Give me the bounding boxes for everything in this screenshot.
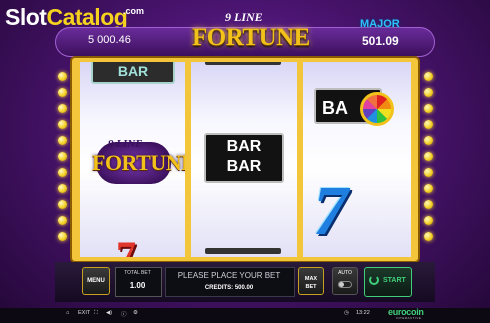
bar-line-1: BAR (226, 138, 262, 155)
light-icon (58, 136, 67, 145)
bar-symbol: BAR (91, 62, 175, 84)
light-icon (424, 136, 433, 145)
credits-display: CREDITS: 500.00 (204, 285, 254, 291)
total-bet-label: TOTAL BET (124, 270, 151, 276)
blue-seven-symbol: 7 (313, 173, 348, 250)
light-icon (424, 152, 433, 161)
total-bet-value: 1.00 (129, 281, 146, 290)
light-icon (424, 72, 433, 81)
max-bet-button[interactable]: MAX BET (298, 267, 324, 295)
light-icon (58, 168, 67, 177)
light-icon (58, 184, 67, 193)
light-icon (58, 152, 67, 161)
start-refresh-icon (369, 275, 379, 285)
status-message: PLEASE PLACE YOUR BET (177, 271, 281, 280)
reel-1: BAR 9 LINE FORTUNE 7 (80, 62, 185, 257)
light-icon (424, 88, 433, 97)
light-icon (424, 200, 433, 209)
major-jackpot-value: 501.09 (362, 34, 399, 48)
watermark-part1: Slot (5, 4, 47, 30)
menu-button[interactable]: MENU (82, 267, 110, 295)
light-icon (58, 232, 67, 241)
reel-3: BA 7 (303, 62, 411, 257)
light-icon (58, 216, 67, 225)
light-icon (424, 216, 433, 225)
clock-icon: ◷ (344, 310, 349, 316)
clock-display: 13:22 (356, 310, 370, 316)
reel-edge-symbol (205, 62, 281, 65)
light-icon (58, 104, 67, 113)
game-logo-line1: 9 LINE (225, 10, 263, 24)
fullscreen-icon[interactable]: ⛶ (94, 310, 98, 317)
fortune-wheel-icon (360, 92, 394, 126)
game-logo-line2: FORTUNE (192, 24, 310, 51)
major-jackpot-label: MAJOR (360, 18, 400, 30)
jackpot-left-value: 5 000.46 (88, 34, 131, 46)
max-bet-line2: BET (305, 284, 317, 290)
auto-toggle-knob (339, 282, 344, 287)
max-bet-line1: MAX (304, 276, 318, 282)
light-icon (58, 72, 67, 81)
light-icon (424, 104, 433, 113)
light-icon (424, 120, 433, 129)
double-bar-symbol: BAR BAR (204, 133, 284, 183)
light-icon (58, 120, 67, 129)
exit-label[interactable]: EXIT (78, 310, 90, 316)
red-seven-symbol: 7 (116, 233, 136, 257)
light-icon (58, 88, 67, 97)
logo-symbol-line1: 9 LINE (108, 138, 143, 150)
settings-icon[interactable]: ⚙ (133, 310, 138, 316)
start-label: START (383, 277, 406, 284)
home-icon[interactable]: ⌂ (66, 310, 69, 316)
auto-label: AUTO (338, 270, 352, 276)
info-icon[interactable]: ⓘ (121, 310, 127, 318)
reel-edge-symbol-bottom (205, 248, 281, 254)
logo-symbol-line2: FORTUNE (92, 150, 185, 175)
light-icon (424, 168, 433, 177)
light-icon (58, 200, 67, 209)
reel-2: BAR BAR (191, 62, 297, 257)
provider-sub: INTERACTIVE (396, 316, 422, 320)
bar-line-2: BAR (226, 158, 262, 175)
light-icon (424, 232, 433, 241)
watermark-suffix: .com (123, 6, 145, 16)
sound-icon[interactable]: ◀) (106, 310, 112, 316)
light-icon (424, 184, 433, 193)
